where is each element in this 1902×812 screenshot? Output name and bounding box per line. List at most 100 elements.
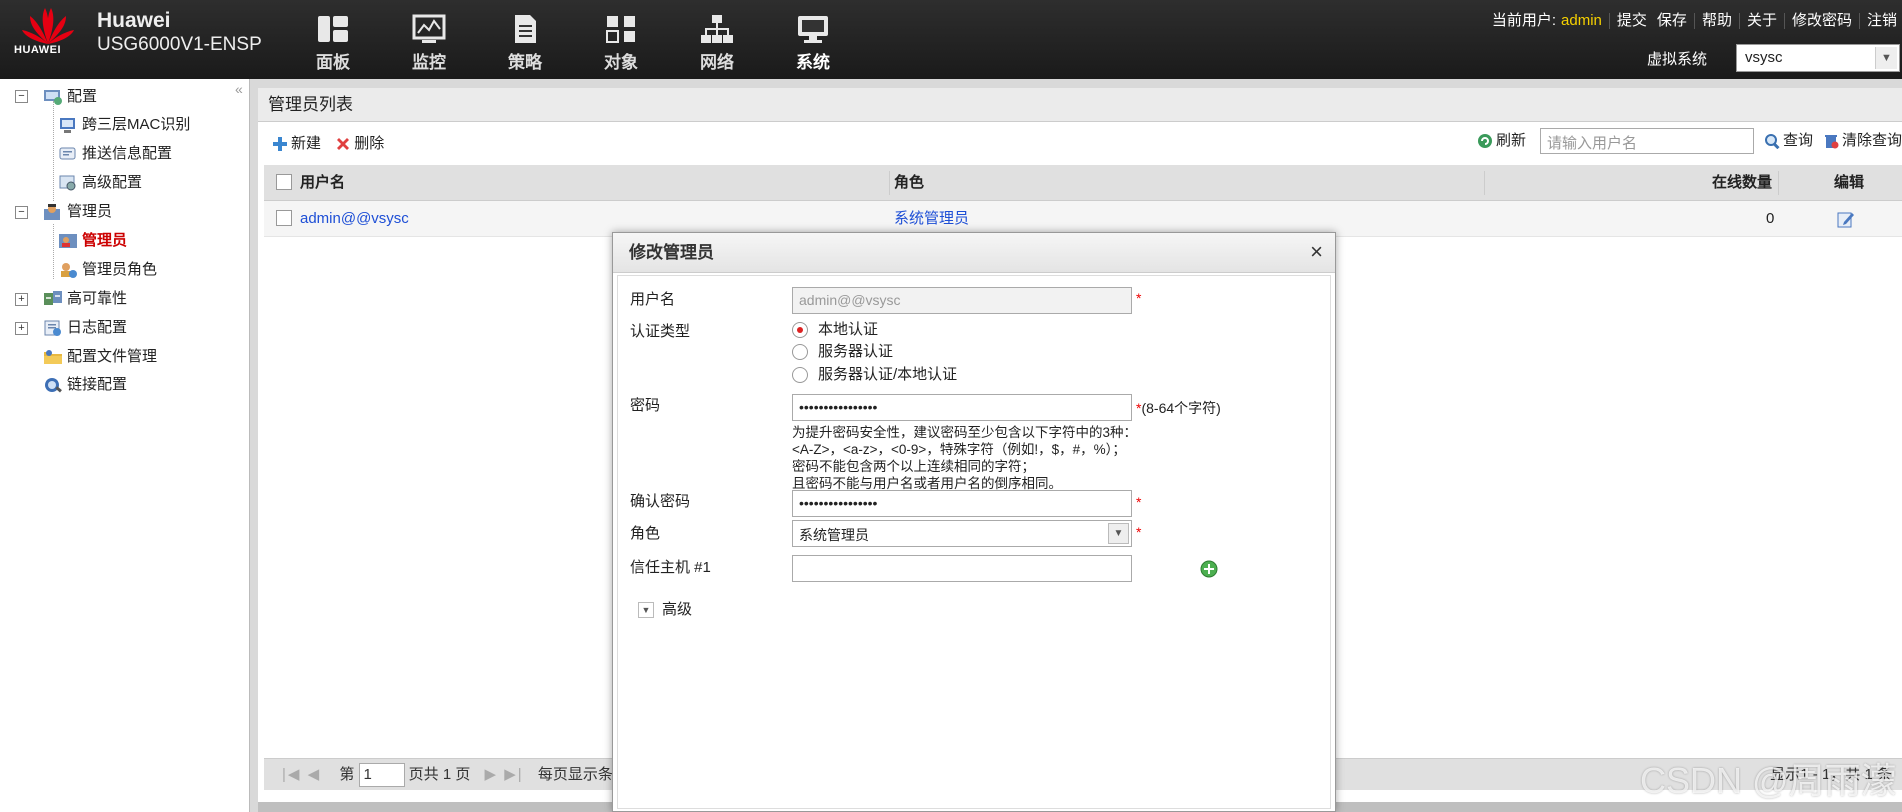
help-link[interactable]: 帮助 (1697, 12, 1737, 29)
tree-item-advanced-config[interactable]: 高级配置 (58, 171, 142, 195)
page-number-input[interactable]: 1 (358, 763, 405, 788)
radio-checked-icon (792, 322, 808, 339)
tree-item-config[interactable]: 配置 (43, 85, 97, 109)
nav-label: 监控 (412, 53, 446, 72)
tree-label: 高级配置 (82, 174, 143, 191)
password-label: 密码 (630, 397, 661, 414)
clear-query-button[interactable]: 清除查询 (1823, 129, 1902, 150)
vsys-select[interactable]: vsysc ▼ (1736, 44, 1900, 72)
about-link[interactable]: 关于 (1742, 12, 1782, 29)
config-icon (44, 90, 62, 106)
tree-item-push-info[interactable]: 推送信息配置 (58, 142, 172, 166)
new-button[interactable]: 新建 (272, 132, 321, 153)
advanced-label: 高级 (662, 601, 693, 618)
delete-label: 删除 (354, 135, 385, 152)
tree-label: 管理员 (67, 203, 113, 220)
mac-icon (60, 118, 75, 134)
tree-item-config-file-mgmt[interactable]: 配置文件管理 (43, 345, 157, 369)
query-button[interactable]: 查询 (1764, 129, 1813, 150)
edit-icon[interactable] (1837, 210, 1855, 228)
expand-toggle[interactable]: + (15, 322, 28, 335)
row-username[interactable]: admin@@vsysc (300, 201, 409, 237)
edit-admin-dialog: 修改管理员 × 用户名 admin@@vsysc * 认证类型 本地认证 服务器… (612, 232, 1336, 812)
tree-item-high-availability[interactable]: 高可靠性 (43, 287, 127, 311)
select-all-checkbox[interactable] (276, 174, 292, 190)
change-password-link[interactable]: 修改密码 (1787, 12, 1857, 29)
password-hint: *(8-64个字符) (1136, 398, 1221, 418)
column-edit: 编辑 (1834, 174, 1865, 191)
watermark: CSDN @周雨濛 (1640, 760, 1897, 801)
row-checkbox[interactable] (276, 210, 292, 226)
page-title: 管理员列表 (258, 88, 1902, 122)
dialog-title: 修改管理员 (613, 233, 1335, 273)
save-link[interactable]: 保存 (1652, 12, 1692, 29)
confirm-password-field[interactable]: •••••••••••••••• (792, 490, 1132, 517)
refresh-button[interactable]: 刷新 (1477, 129, 1526, 150)
pager-next-icons[interactable]: ▶ ▶| (475, 766, 524, 783)
tree-item-admin-group[interactable]: 管理员 (43, 200, 112, 224)
radio-unchecked-icon (792, 344, 808, 361)
tree-item-cross-l3-mac[interactable]: 跨三层MAC识别 (58, 113, 190, 137)
nav-label: 对象 (604, 53, 638, 72)
pager-prev-icons[interactable]: |◀ ◀ (264, 766, 321, 783)
role-label: 角色 (630, 525, 661, 542)
clear-label: 清除查询 (1841, 131, 1902, 149)
required-mark: * (1136, 494, 1142, 510)
auth-local-radio[interactable]: 本地认证 (792, 318, 878, 339)
collapse-toggle[interactable]: − (15, 90, 28, 103)
nav-policy[interactable]: 策略 (490, 14, 560, 73)
nav-network[interactable]: 网络 (682, 14, 752, 73)
expand-toggle[interactable]: + (15, 293, 28, 306)
advanced-toggle[interactable]: ▼ 高级 (638, 598, 692, 619)
role-select[interactable]: 系统管理员 ▼ (792, 520, 1132, 547)
tree-label: 管理员 (82, 232, 128, 249)
refresh-label: 刷新 (1495, 131, 1526, 149)
pager-per-page: 每页显示条 (537, 766, 613, 783)
tree-label: 配置文件管理 (67, 348, 158, 365)
pager-prefix: 第 (339, 766, 355, 783)
nav-monitor[interactable]: 监控 (394, 14, 464, 73)
pager-total: 页共 1 页 (408, 766, 471, 783)
trust-host-label: 信任主机 #1 (630, 559, 711, 576)
password-field[interactable]: •••••••••••••••• (792, 394, 1132, 421)
folder-icon (44, 350, 62, 365)
username-label: 用户名 (630, 291, 676, 308)
push-info-icon (59, 147, 76, 160)
radio-label: 本地认证 (818, 321, 879, 338)
current-user-label: 当前用户: (1491, 12, 1557, 29)
top-links: 当前用户: admin 提交 保存 帮助 关于 修改密码 注销 (1487, 9, 1902, 30)
username-search-input[interactable]: 请输入用户名 (1539, 128, 1754, 154)
column-username: 用户名 (300, 174, 346, 191)
nav-system[interactable]: 系统 (778, 14, 848, 73)
tree-label: 链接配置 (67, 376, 128, 393)
nav-object[interactable]: 对象 (586, 14, 656, 73)
close-icon[interactable]: × (1310, 241, 1323, 263)
tree-item-admin-role[interactable]: 管理员角色 (58, 258, 157, 282)
tree-label: 推送信息配置 (82, 145, 173, 162)
advanced-config-icon (59, 175, 76, 191)
radio-label: 服务器认证 (818, 343, 894, 360)
tree-item-log-config[interactable]: 日志配置 (43, 316, 127, 340)
commit-link[interactable]: 提交 (1612, 12, 1652, 29)
add-trust-host-icon[interactable] (1200, 560, 1218, 578)
auth-server-radio[interactable]: 服务器认证 (792, 340, 893, 361)
delete-button[interactable]: 删除 (335, 132, 384, 153)
auth-server-local-radio[interactable]: 服务器认证/本地认证 (792, 363, 957, 384)
nav-dashboard[interactable]: 面板 (298, 14, 368, 73)
logout-link[interactable]: 注销 (1862, 12, 1902, 29)
collapse-sidebar-icon[interactable]: « (235, 81, 243, 97)
brand-name: Huawei (97, 9, 171, 32)
policy-icon (515, 15, 536, 43)
tree-item-link-config[interactable]: 链接配置 (43, 373, 127, 397)
monitor-icon (412, 14, 446, 43)
column-online: 在线数量 (1712, 174, 1773, 191)
trust-host-input[interactable] (792, 555, 1132, 582)
tree-label: 管理员角色 (82, 261, 158, 278)
object-icon (606, 16, 635, 43)
collapse-toggle[interactable]: − (15, 206, 28, 219)
tree-label: 日志配置 (67, 319, 128, 336)
admin-icon (59, 234, 77, 249)
vsys-label: 虚拟系统 (1647, 51, 1708, 68)
chevron-down-icon: ▼ (1875, 47, 1897, 69)
tree-item-admin[interactable]: 管理员 (58, 229, 127, 253)
